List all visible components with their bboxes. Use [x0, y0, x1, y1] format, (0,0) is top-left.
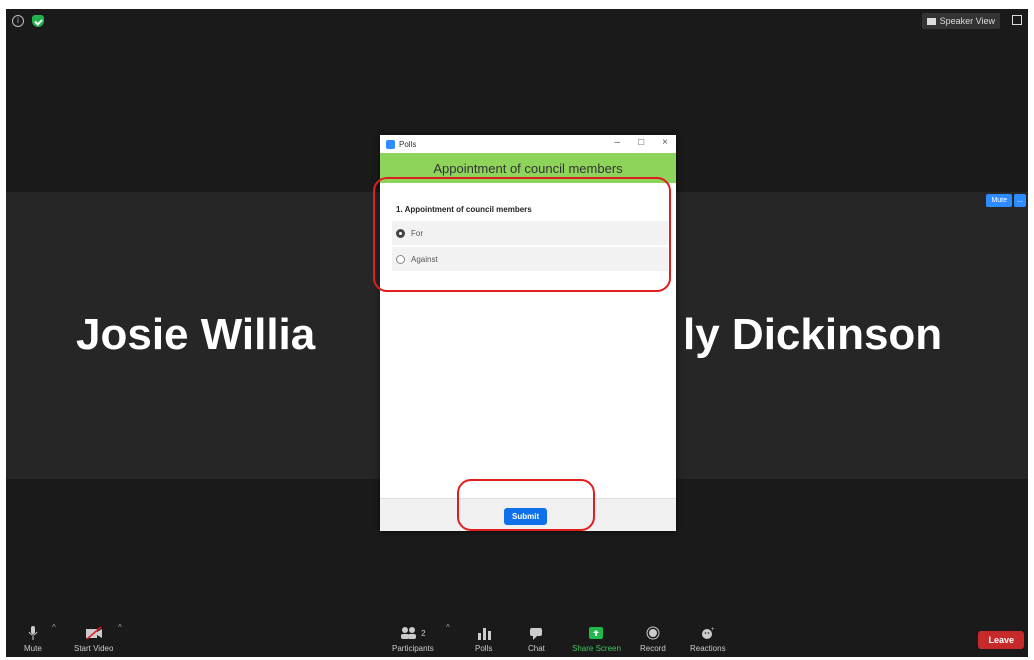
microphone-icon [28, 626, 38, 640]
window-controls: – □ × [615, 137, 668, 148]
fullscreen-icon[interactable] [1012, 15, 1022, 25]
zoom-app-icon [386, 139, 395, 149]
leave-button[interactable]: Leave [978, 631, 1024, 649]
speaker-view-button[interactable]: Speaker View [921, 13, 1000, 29]
participant-name-left: Josie Willia [76, 310, 316, 359]
chat-label: Chat [528, 644, 545, 653]
record-label: Record [640, 644, 666, 653]
participant-more-button[interactable]: ... [1014, 194, 1026, 207]
participants-icon [401, 627, 417, 639]
participants-options-caret-icon[interactable]: ^ [446, 623, 450, 632]
speaker-view-label: Speaker View [939, 16, 995, 26]
polls-label: Polls [475, 644, 493, 653]
chat-icon [530, 628, 543, 640]
grid-icon [926, 17, 936, 25]
top-left-indicators: i [12, 15, 44, 27]
mute-button[interactable]: Mute [24, 626, 42, 653]
close-icon[interactable]: × [662, 137, 668, 148]
video-off-icon [85, 626, 102, 640]
start-video-button[interactable]: Start Video [74, 626, 113, 653]
chat-button[interactable]: Chat [528, 626, 545, 653]
maximize-icon[interactable]: □ [638, 137, 644, 148]
participants-count: 2 [421, 628, 426, 638]
participants-button[interactable]: 2 Participants [392, 626, 434, 653]
start-video-label: Start Video [74, 644, 114, 653]
info-icon[interactable]: i [12, 15, 24, 27]
meeting-window: i Speaker View Josie Willia ly Dickinson… [6, 9, 1028, 657]
reactions-label: Reactions [690, 644, 726, 653]
record-icon [646, 626, 660, 640]
record-button[interactable]: Record [640, 626, 666, 653]
video-options-caret-icon[interactable]: ^ [118, 623, 122, 632]
mute-options-caret-icon[interactable]: ^ [52, 623, 56, 632]
polls-button[interactable]: Polls [475, 626, 492, 653]
participant-mute-button[interactable]: Mute [986, 194, 1012, 207]
meeting-toolbar: Mute ^ Start Video ^ 2 Participants ^ Po… [6, 617, 1028, 657]
share-screen-label: Share Screen [572, 644, 621, 653]
share-screen-button[interactable]: Share Screen [572, 626, 621, 653]
minimize-icon[interactable]: – [615, 137, 621, 148]
reactions-button[interactable]: + Reactions [690, 626, 726, 653]
mute-label: Mute [24, 644, 42, 653]
shield-icon[interactable] [32, 15, 44, 27]
participant-name-right: ly Dickinson [683, 310, 943, 359]
submit-highlight [457, 479, 595, 531]
question-highlight [373, 177, 671, 292]
polls-titlebar: Polls – □ × [380, 135, 676, 153]
share-screen-icon [589, 627, 604, 639]
polls-window-title: Polls [399, 139, 417, 149]
polls-icon [477, 628, 491, 640]
reactions-icon: + [701, 627, 715, 639]
svg-text:+: + [711, 627, 715, 633]
participants-label: Participants [392, 644, 434, 653]
